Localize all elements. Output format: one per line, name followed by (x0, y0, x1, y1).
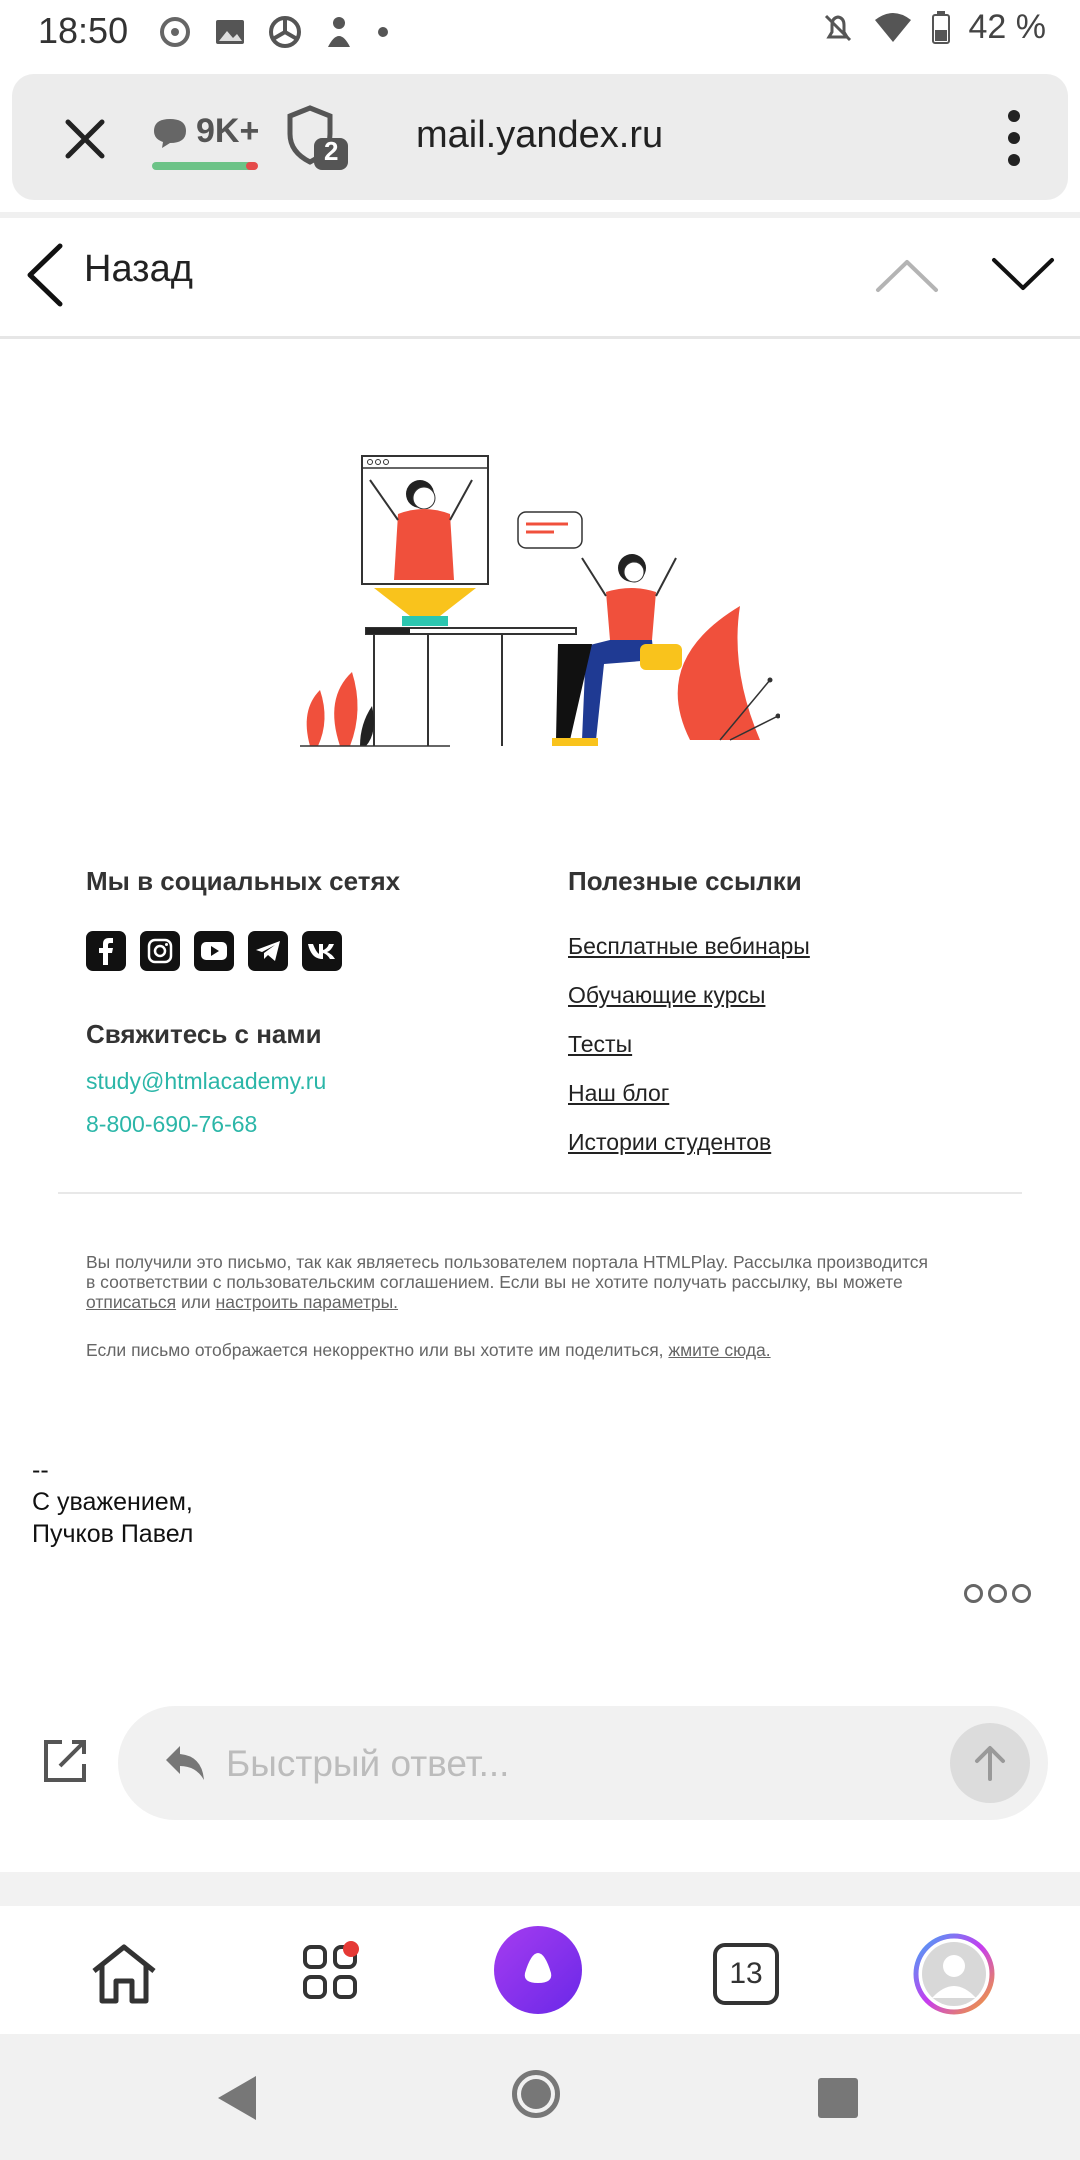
more-dot-icon (1012, 1584, 1031, 1603)
comments-rating-bar (152, 162, 257, 170)
legal-share-text: Если письмо отображается некорректно или… (86, 1340, 669, 1360)
music-icon (160, 17, 190, 47)
next-message-button[interactable] (990, 250, 1056, 300)
contact-heading: Свяжитесь с нами (86, 1019, 322, 1049)
alice-assistant-button[interactable] (494, 1926, 582, 2014)
contact-email-link[interactable]: study@htmlacademy.ru (86, 1068, 526, 1095)
status-system-icons: 42 % (821, 8, 1047, 47)
battery-percentage: 42 % (968, 8, 1047, 46)
aperture-icon (269, 16, 301, 48)
webinar-illustration (300, 455, 780, 747)
send-button[interactable] (950, 1723, 1030, 1803)
footer-divider (58, 1192, 1022, 1194)
shield-icon (287, 105, 348, 170)
comments-count: 9K+ (196, 112, 260, 150)
chevron-left-icon (27, 243, 63, 307)
image-icon (216, 20, 244, 44)
home-icon (92, 1944, 156, 2004)
previous-message-button[interactable] (874, 250, 940, 300)
grid-icon (303, 1941, 359, 1999)
signature: -- С уважением, Пучков Павел (32, 1454, 193, 1550)
shield-badge-count: 2 (324, 136, 339, 166)
more-options-button[interactable] (964, 1584, 1031, 1603)
quick-reply-input[interactable] (224, 1736, 908, 1792)
bottom-panel-divider (0, 1872, 1080, 1906)
link-free-webinars[interactable]: Бесплатные вебинары (568, 933, 1008, 960)
back-label: Назад (84, 248, 193, 290)
youtube-icon[interactable] (194, 931, 234, 971)
legal-share-notice: Если письмо отображается некорректно или… (86, 1340, 986, 1361)
compose-icon[interactable] (40, 1736, 90, 1786)
status-notification-icons (158, 10, 390, 54)
facebook-icon[interactable] (86, 931, 126, 971)
android-recents-button[interactable] (818, 2078, 858, 2118)
quick-reply-box (118, 1706, 1048, 1820)
legal-notice: Вы получили это письмо, так как являетес… (86, 1252, 936, 1312)
link-student-stories[interactable]: Истории студентов (568, 1129, 1008, 1156)
comment-bubble-icon (154, 119, 186, 148)
tabs-count: 13 (713, 1943, 779, 2005)
kebab-menu-icon (1008, 110, 1020, 166)
dot-icon (378, 27, 388, 37)
status-bar: 18:50 42 % (0, 0, 1080, 66)
android-home-button[interactable] (512, 2070, 560, 2118)
tabs-button[interactable]: 13 (702, 1930, 790, 2018)
more-dot-icon (988, 1584, 1007, 1603)
contact-phone-link[interactable]: 8-800-690-76-68 (86, 1111, 526, 1138)
useful-links-heading: Полезные ссылки (568, 866, 802, 896)
signature-regards: С уважением, (32, 1488, 193, 1516)
link-blog[interactable]: Наш блог (568, 1080, 1008, 1107)
protect-button[interactable]: 2 (282, 104, 352, 174)
android-back-button[interactable] (214, 2074, 260, 2122)
services-button[interactable] (288, 1930, 376, 2018)
home-button[interactable] (80, 1930, 168, 2018)
instagram-icon[interactable] (140, 931, 180, 971)
link-courses[interactable]: Обучающие курсы (568, 982, 1008, 1009)
address-bar-url[interactable]: mail.yandex.ru (416, 114, 663, 157)
share-link[interactable]: жмите сюда. (668, 1340, 770, 1360)
footer-left-column: Мы в социальных сетях Свяжитесь с нами s… (86, 866, 526, 1138)
signature-dashes: -- (32, 1456, 49, 1484)
status-time: 18:50 (38, 10, 129, 51)
unsubscribe-link[interactable]: отписаться (86, 1292, 176, 1312)
signature-name: Пучков Павел (32, 1520, 194, 1548)
home-circle-icon (521, 2079, 551, 2109)
arrow-up-icon (975, 1746, 1005, 1781)
more-dot-icon (964, 1584, 983, 1603)
close-tab-button[interactable] (56, 110, 114, 168)
social-heading: Мы в социальных сетях (86, 866, 401, 896)
profile-button[interactable] (910, 1930, 998, 2018)
social-icons-row (86, 931, 526, 971)
settings-link[interactable]: настроить параметры. (216, 1292, 398, 1312)
battery-icon (931, 10, 950, 44)
footer-right-column: Полезные ссылки Бесплатные вебинары Обуч… (568, 866, 1008, 1156)
browser-menu-button[interactable] (1006, 108, 1022, 168)
android-navigation-bar (0, 2034, 1080, 2160)
vk-icon[interactable] (302, 931, 342, 971)
link-tests[interactable]: Тесты (568, 1031, 1008, 1058)
comments-rating-negative (246, 162, 258, 170)
avatar (913, 1933, 995, 2015)
telegram-icon[interactable] (248, 931, 288, 971)
browser-toolbar: 9K+ 2 mail.yandex.ru (12, 74, 1068, 200)
browser-bottom-nav: 13 (0, 1906, 1080, 2034)
person-icon (328, 17, 350, 47)
alice-icon (524, 1953, 552, 1983)
mail-navigation-bar: Назад (0, 218, 1080, 339)
bell-off-icon (824, 14, 851, 41)
legal-text: Вы получили это письмо, так как являетес… (86, 1252, 929, 1292)
reply-arrow-icon (166, 1746, 204, 1780)
close-icon (65, 119, 105, 159)
legal-or: или (176, 1292, 216, 1312)
wifi-icon (874, 12, 911, 42)
